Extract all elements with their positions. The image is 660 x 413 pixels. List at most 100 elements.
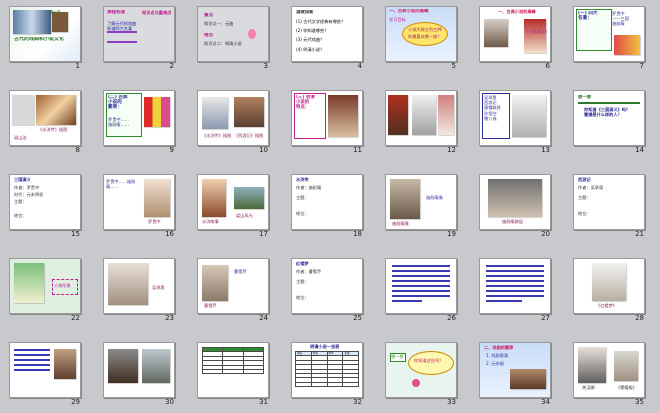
- slide-preview[interactable]: 施耐庵故居: [479, 174, 551, 230]
- slide-preview[interactable]: 西游记 作者：吴承恩 主题： 地位：: [573, 174, 645, 230]
- slide-number: 17: [259, 230, 268, 238]
- slide-preview[interactable]: 重点 知识点一：元曲 难点 知识点二：明清小说: [197, 6, 269, 62]
- slide-preview[interactable]: 一、古典小说的高峰 学习目标 小说大致分为三种 你最喜欢哪一部？: [385, 6, 457, 62]
- slide-preview[interactable]: 水浒故事 梁山风光: [197, 174, 269, 230]
- slide-thumbnail-25[interactable]: 红楼梦 作者：曹雪芹 主题： 地位： 25: [286, 254, 368, 323]
- figure-image: [438, 95, 454, 135]
- slide-preview[interactable]: 《红楼梦》: [573, 258, 645, 314]
- caption-2: 梁山泊: [14, 135, 27, 140]
- slide-thumbnail-30[interactable]: 30: [98, 338, 180, 407]
- slide-preview[interactable]: [385, 258, 457, 314]
- slide-thumbnail-35[interactable]: 关汉卿 《窦娥冤》 35: [568, 338, 650, 407]
- slide-preview[interactable]: 想一想 你知道这些吗？: [385, 342, 457, 398]
- slide-thumbnail-31[interactable]: 31: [192, 338, 274, 407]
- balloon-image: [248, 29, 256, 39]
- slide-preview[interactable]: 水浒传 作者：施耐庵 主题： 地位：: [291, 174, 363, 230]
- slide-preview[interactable]: [103, 342, 175, 398]
- caption-1: 《水浒传》插图: [202, 133, 232, 138]
- caption: 施耐庵像: [392, 221, 409, 226]
- slide-thumbnail-27[interactable]: 27: [474, 254, 556, 323]
- question-4: (4) 明清小说？: [296, 47, 325, 52]
- text-line: [392, 300, 422, 302]
- text-line: [14, 369, 50, 371]
- slide-thumbnail-19[interactable]: 施耐庵像 施耐庵像 19: [380, 170, 462, 239]
- slide-thumbnail-22[interactable]: 人物形象 22: [4, 254, 86, 323]
- slide-preview[interactable]: [197, 342, 269, 398]
- slide-preview[interactable]: 《水浒传》插图 梁山泊: [9, 90, 81, 146]
- slide-preview[interactable]: 曹雪芹 曹雪芹: [197, 258, 269, 314]
- slide-thumbnail-34[interactable]: 二、戏剧的繁荣 1. 戏剧表演 2. 元杂剧 34: [474, 338, 556, 407]
- slide-thumbnail-8[interactable]: 《水浒传》插图 梁山泊 8: [4, 86, 86, 155]
- slide-preview[interactable]: 明清小说一览表 书名 作者 年代 主题: [291, 342, 363, 398]
- slide-thumbnail-32[interactable]: 明清小说一览表 书名 作者 年代 主题 32: [286, 338, 368, 407]
- slide-thumbnail-10[interactable]: 《水浒传》插图 《西游记》插图 10: [192, 86, 274, 155]
- slide-preview[interactable]: 想一想 你知道《三国演义》吗？ 曹操是什么样的人？: [573, 90, 645, 146]
- slide-thumbnail-29[interactable]: 29: [4, 338, 86, 407]
- heading: 想一想: [391, 354, 404, 359]
- slide-preview[interactable]: 红楼梦 作者：曹雪芹 主题： 地位：: [291, 258, 363, 314]
- slide-preview[interactable]: 课程标准 知识点与重难点 了解元代的戏曲 知道四大名著: [103, 6, 175, 62]
- body-text: 知识点一：元曲: [204, 21, 234, 26]
- text-line: [486, 290, 544, 292]
- slide-thumbnail-13[interactable]: 吴承恩 西游记 唐僧取经 孙悟空 猪八戒 13: [474, 86, 556, 155]
- slide-thumbnail-24[interactable]: 曹雪芹 曹雪芹 24: [192, 254, 274, 323]
- slide-preview[interactable]: 吴承恩: [103, 258, 175, 314]
- slide-preview[interactable]: 二、戏剧的繁荣 1. 戏剧表演 2. 元杂剧: [479, 342, 551, 398]
- table-cell: [222, 368, 244, 375]
- field-2: 主题：: [578, 195, 591, 200]
- slide-preview[interactable]: 一、古典小说的高峰 《三国演义》: [479, 6, 551, 62]
- slide-thumbnail-18[interactable]: 水浒传 作者：施耐庵 主题： 地位： 18: [286, 170, 368, 239]
- slide-thumbnail-5[interactable]: 一、古典小说的高峰 学习目标 小说大致分为三种 你最喜欢哪一部？ 5: [380, 2, 462, 71]
- slide-number: 33: [447, 398, 456, 406]
- table-title: 明清小说一览表: [310, 344, 340, 349]
- slide-thumbnail-21[interactable]: 西游记 作者：吴承恩 主题： 地位： 21: [568, 170, 650, 239]
- heading-2: 知识点与重难点: [142, 10, 172, 15]
- divider: [578, 102, 640, 104]
- slide-thumbnail-4[interactable]: 温故知新 (1) 古代文学经典有哪些？ (2) 你知道哪些？ (3) 元代戏曲？ (4)…: [286, 2, 368, 71]
- slide-subtitle: 古代的戏曲和小说文化: [14, 37, 65, 42]
- slide-thumbnail-23[interactable]: 吴承恩 23: [98, 254, 180, 323]
- slide-number: 8: [75, 146, 80, 154]
- slide-preview[interactable]: (三) 明清 小说的 特点：: [291, 90, 363, 146]
- slide-thumbnail-16[interactable]: 罗贯中……施耐庵…… 罗贯中 16: [98, 170, 180, 239]
- slide-preview[interactable]: 三国演义 作者：罗贯中 时代：元末明初 主题： 地位：: [9, 174, 81, 230]
- slide-preview[interactable]: 吴承恩 西游记 唐僧取经 孙悟空 猪八戒: [479, 90, 551, 146]
- slide-preview[interactable]: 《水浒传》插图 《西游记》插图: [197, 90, 269, 146]
- summary-table: [201, 346, 265, 375]
- slide-thumbnail-26[interactable]: 26: [380, 254, 462, 323]
- slide-thumbnail-3[interactable]: 重点 知识点一：元曲 难点 知识点二：明清小说 3: [192, 2, 274, 71]
- slide-thumbnail-7[interactable]: (一) 四大 名著： 罗贯中 ——三国 施耐庵 7: [568, 2, 650, 71]
- slide-thumbnail-2[interactable]: 课程标准 知识点与重难点 了解元代的戏曲 知道四大名著 2: [98, 2, 180, 71]
- slide-preview[interactable]: [385, 90, 457, 146]
- book-cover-1: [388, 95, 408, 135]
- slide-thumbnail-20[interactable]: 施耐庵故居 20: [474, 170, 556, 239]
- field-1: 作者：曹雪芹: [296, 269, 322, 274]
- slide-thumbnail-6[interactable]: 一、古典小说的高峰 《三国演义》 6: [474, 2, 556, 71]
- text-line: [486, 295, 544, 297]
- slide-preview[interactable]: 温故知新 (1) 古代文学经典有哪些？ (2) 你知道哪些？ (3) 元代戏曲？ (4)…: [291, 6, 363, 62]
- slide-thumbnail-15[interactable]: 三国演义 作者：罗贯中 时代：元末明初 主题： 地位： 15: [4, 170, 86, 239]
- slide-thumbnail-17[interactable]: 水浒故事 梁山风光 17: [192, 170, 274, 239]
- slide-thumbnail-9[interactable]: (二) 古典 小说的 繁荣： 罗贯中…… 施耐庵…… 9: [98, 86, 180, 155]
- slide-preview[interactable]: 第一节 古代的戏曲和小说文化: [9, 6, 81, 62]
- figure-image: [202, 179, 226, 217]
- slide-thumbnail-28[interactable]: 《红楼梦》 28: [568, 254, 650, 323]
- slide-thumbnail-33[interactable]: 想一想 你知道这些吗？ 33: [380, 338, 462, 407]
- slide-thumbnail-12[interactable]: 12: [380, 86, 462, 155]
- slide-thumbnail-1[interactable]: 第一节 古代的戏曲和小说文化 1: [4, 2, 86, 71]
- slide-preview[interactable]: [9, 342, 81, 398]
- slide-preview[interactable]: 关汉卿 《窦娥冤》: [573, 342, 645, 398]
- slide-thumbnail-14[interactable]: 想一想 你知道《三国演义》吗？ 曹操是什么样的人？ 14: [568, 86, 650, 155]
- caption-2: 《窦娥冤》: [616, 385, 637, 390]
- slide-preview[interactable]: 施耐庵像 施耐庵像: [385, 174, 457, 230]
- slide-number: 10: [259, 146, 268, 154]
- text-line: [392, 295, 450, 297]
- slide-preview[interactable]: (二) 古典 小说的 繁荣： 罗贯中…… 施耐庵……: [103, 90, 175, 146]
- slide-number: 20: [541, 230, 550, 238]
- slide-preview[interactable]: 人物形象: [9, 258, 81, 314]
- slide-preview[interactable]: [479, 258, 551, 314]
- slide-preview[interactable]: 罗贯中……施耐庵…… 罗贯中: [103, 174, 175, 230]
- slide-thumbnail-11[interactable]: (三) 明清 小说的 特点： 11: [286, 86, 368, 155]
- slide-preview[interactable]: (一) 四大 名著： 罗贯中 ——三国 施耐庵: [573, 6, 645, 62]
- body-text: 了解元代的戏曲 知道四大名著: [107, 21, 137, 32]
